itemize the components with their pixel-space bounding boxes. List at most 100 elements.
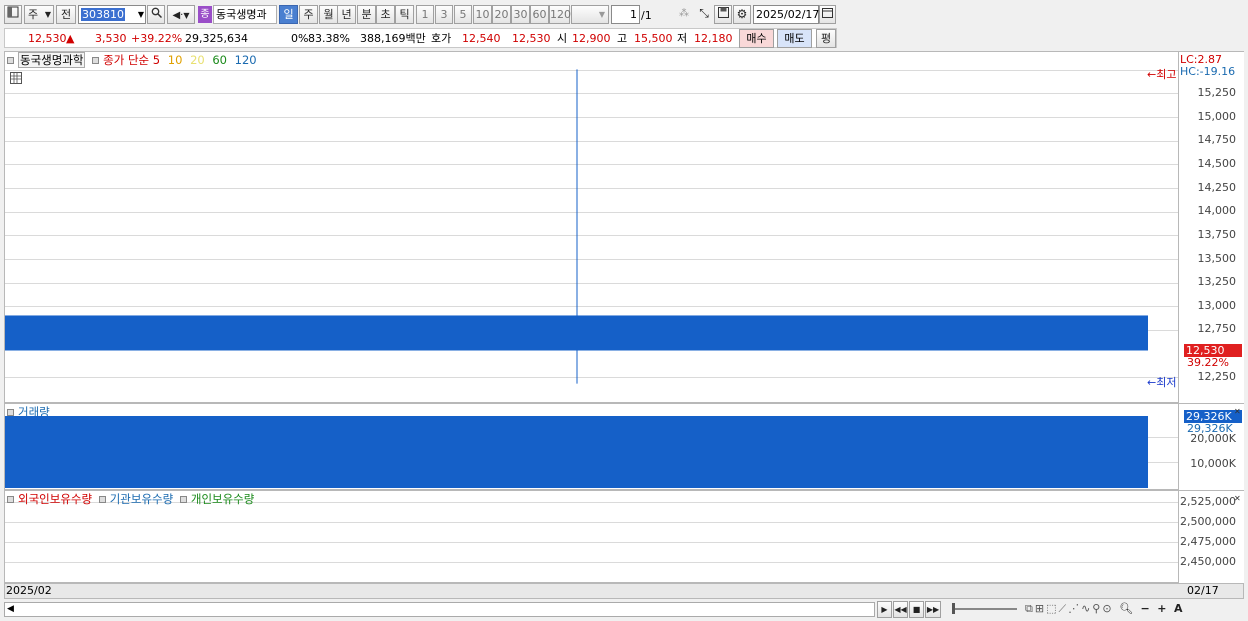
legend-square-icon (98, 496, 106, 503)
volume-axis[interactable]: 29,326K ✕ 29,326K 20,000K 10,000K (1179, 403, 1244, 490)
institution-holdings-label[interactable]: 기관보유수량 (110, 492, 173, 506)
volume-value: 29,325,634 (185, 32, 248, 45)
marker-tool-icon[interactable]: ⊙ (1102, 602, 1113, 615)
interval-60[interactable]: 60 (530, 5, 549, 24)
candle-svg (5, 69, 1148, 384)
sound-icon[interactable]: ◀·▼ (167, 5, 195, 24)
crosshair-icon[interactable]: ⤡ (695, 5, 713, 24)
stock-code-value: 303810 (81, 8, 125, 21)
foreign-holdings-label[interactable]: 외국인보유수량 (18, 492, 92, 506)
compare-button[interactable]: 전 (56, 5, 76, 24)
price-axis[interactable]: LC:2.87 HC:-19.16 15,250 15,000 14,750 1… (1179, 51, 1244, 403)
zoom-slider-handle[interactable] (952, 603, 955, 614)
interval-30[interactable]: 30 (511, 5, 530, 24)
chart-settings-icon[interactable] (4, 5, 22, 24)
chevron-down-icon: ▼ (598, 10, 605, 19)
holdings-legend: 외국인보유수량 기관보유수량 개인보유수량 (7, 492, 254, 506)
price-chart-panel[interactable]: 동국생명과학 종가 단순 5 10 20 60 120 ←최고 ←최저 (4, 51, 1179, 403)
price-change: 3,530 (95, 32, 127, 45)
current-pct-tag: 39.22% (1187, 356, 1229, 369)
wave-tool-icon[interactable]: ∿ (1081, 602, 1092, 615)
fast-forward-icon[interactable]: ▶▶ (925, 601, 941, 618)
price-tick: 15,000 (1197, 110, 1237, 123)
date-axis: 2025/02 02/17 (4, 583, 1244, 599)
chevron-down-icon[interactable]: ▼ (138, 6, 144, 23)
zero-pct: 0% (291, 32, 309, 45)
volume-bar[interactable] (5, 416, 1148, 488)
price-tick: 12,750 (1197, 322, 1237, 335)
link-icon[interactable]: ⁂ (675, 5, 693, 24)
tab-year[interactable]: 년 (337, 5, 356, 24)
holdings-tick: 2,500,000 (1180, 515, 1236, 528)
tab-tick[interactable]: 틱 (395, 5, 414, 24)
close-icon[interactable]: ✕ (1234, 407, 1241, 416)
horizontal-scrollbar[interactable]: ◀ (4, 602, 875, 617)
tab-month[interactable]: 월 (319, 5, 338, 24)
period-type-dropdown[interactable]: 주 ▼ (24, 5, 54, 24)
legend-square-icon (179, 496, 187, 503)
price-tick: 14,500 (1197, 157, 1237, 170)
page-input[interactable]: 1 (611, 5, 640, 24)
volume-tick: 20,000K (1190, 432, 1236, 445)
date-input[interactable]: 2025/02/17 (753, 5, 819, 24)
pattern-tool-icon[interactable]: ⚲ (1092, 602, 1102, 615)
select-icon[interactable]: ⬚ (1046, 602, 1058, 615)
interval-3[interactable]: 3 (435, 5, 453, 24)
font-size-icon[interactable]: A (1174, 602, 1185, 615)
interval-5[interactable]: 5 (454, 5, 472, 24)
stock-badge: 종 (198, 6, 212, 23)
period-type-label: 주 (28, 8, 39, 21)
holdings-tick: 2,450,000 (1180, 555, 1236, 568)
price-tick: 14,000 (1197, 204, 1237, 217)
interval-120[interactable]: 120 (549, 5, 571, 24)
open-label: 시 (557, 32, 568, 45)
price-change-pct: +39.22% (131, 32, 183, 45)
search-icon[interactable] (147, 5, 165, 24)
stop-icon[interactable]: ■ (909, 601, 924, 618)
drawing-tools: ⧉⊞⬚⟋⋰∿⚲⊙ 🔍︎ − + A (1025, 602, 1185, 616)
date-axis-right: 02/17 (1187, 584, 1219, 597)
holdings-chart-panel[interactable]: 외국인보유수량 기관보유수량 개인보유수량 (4, 490, 1179, 583)
interval-1[interactable]: 1 (416, 5, 434, 24)
interval-10[interactable]: 10 (473, 5, 492, 24)
zoom-icon[interactable]: 🔍︎ (1119, 602, 1135, 615)
zoom-out-icon[interactable]: − (1141, 602, 1152, 615)
copy-icon[interactable]: ⧉ (1025, 602, 1035, 615)
trade-amount: 388,169백만 (360, 32, 426, 45)
buy-button[interactable]: 매수 (739, 29, 774, 48)
stock-name-field[interactable]: 동국생명과 (213, 5, 277, 24)
rewind-icon[interactable]: ◀◀ (893, 601, 908, 618)
sell-button[interactable]: 매도 (777, 29, 812, 48)
interval-20[interactable]: 20 (492, 5, 511, 24)
trend-tool-icon[interactable]: ⋰ (1068, 602, 1081, 615)
calendar-icon[interactable] (819, 5, 836, 24)
chevron-down-icon: ▼ (183, 11, 190, 20)
zoom-slider[interactable] (952, 603, 1017, 614)
holdings-axis[interactable]: ✕ 2,525,000 2,500,000 2,475,000 2,450,00… (1179, 490, 1244, 583)
volume-chart-panel[interactable]: 거래량 (4, 403, 1179, 490)
price-tick: 13,750 (1197, 228, 1237, 241)
volume-svg (5, 416, 1148, 488)
scroll-left-icon[interactable]: ◀ (7, 603, 14, 616)
holdings-tick: 2,525,000 (1180, 495, 1236, 508)
toolbar: 주 ▼ 전 303810 ▼ ◀·▼ 종 동국생명과 일 주 월 년 분 초 틱… (0, 0, 1248, 29)
stock-code-input[interactable]: 303810 ▼ (78, 5, 146, 24)
price-tick: 14,750 (1197, 133, 1237, 146)
line-tool-icon[interactable]: ⟋ (1058, 602, 1068, 615)
gear-icon[interactable]: ⚙ (733, 5, 751, 24)
tab-week[interactable]: 주 (299, 5, 318, 24)
avg-button[interactable]: 평 (816, 29, 836, 48)
chevron-down-icon: ▼ (44, 10, 51, 19)
zoom-in-icon[interactable]: + (1157, 602, 1168, 615)
save-icon[interactable] (714, 5, 732, 24)
scroll-right-icon[interactable]: ▶ (877, 601, 892, 618)
tab-minute[interactable]: 분 (357, 5, 376, 24)
individual-holdings-label[interactable]: 개인보유수량 (191, 492, 254, 506)
candle-body[interactable] (5, 315, 1148, 351)
layout-icon[interactable]: ⊞ (1035, 602, 1046, 615)
tab-second[interactable]: 초 (376, 5, 395, 24)
tab-day[interactable]: 일 (279, 5, 298, 24)
price-tick: 14,250 (1197, 181, 1237, 194)
hc-label: HC:-19.16 (1180, 65, 1236, 78)
custom-interval-dropdown[interactable]: ▼ (571, 5, 609, 24)
